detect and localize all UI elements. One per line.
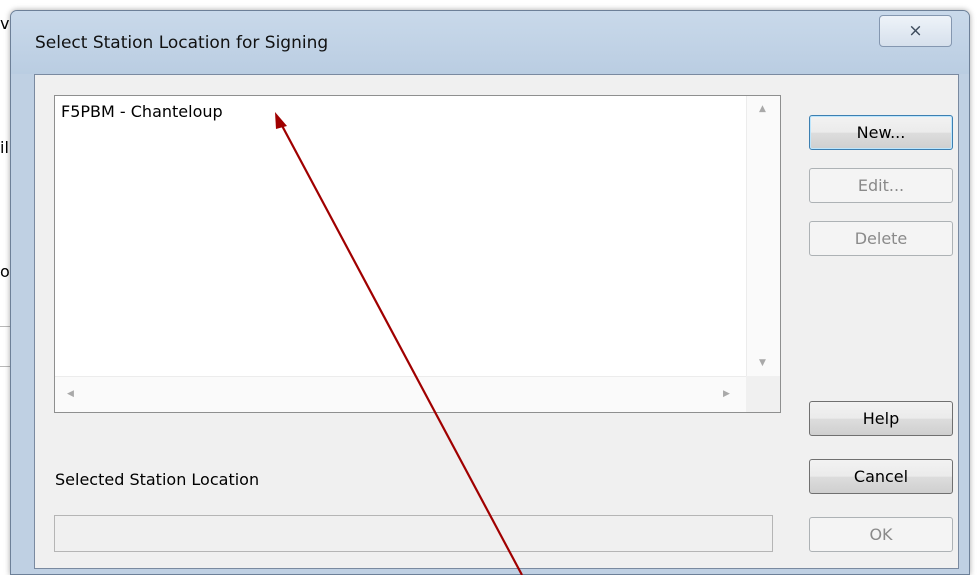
annotation-arrow-overlay (275, 112, 523, 575)
annotation-arrow-head-icon (275, 112, 287, 129)
annotation-arrow-line (278, 119, 523, 575)
